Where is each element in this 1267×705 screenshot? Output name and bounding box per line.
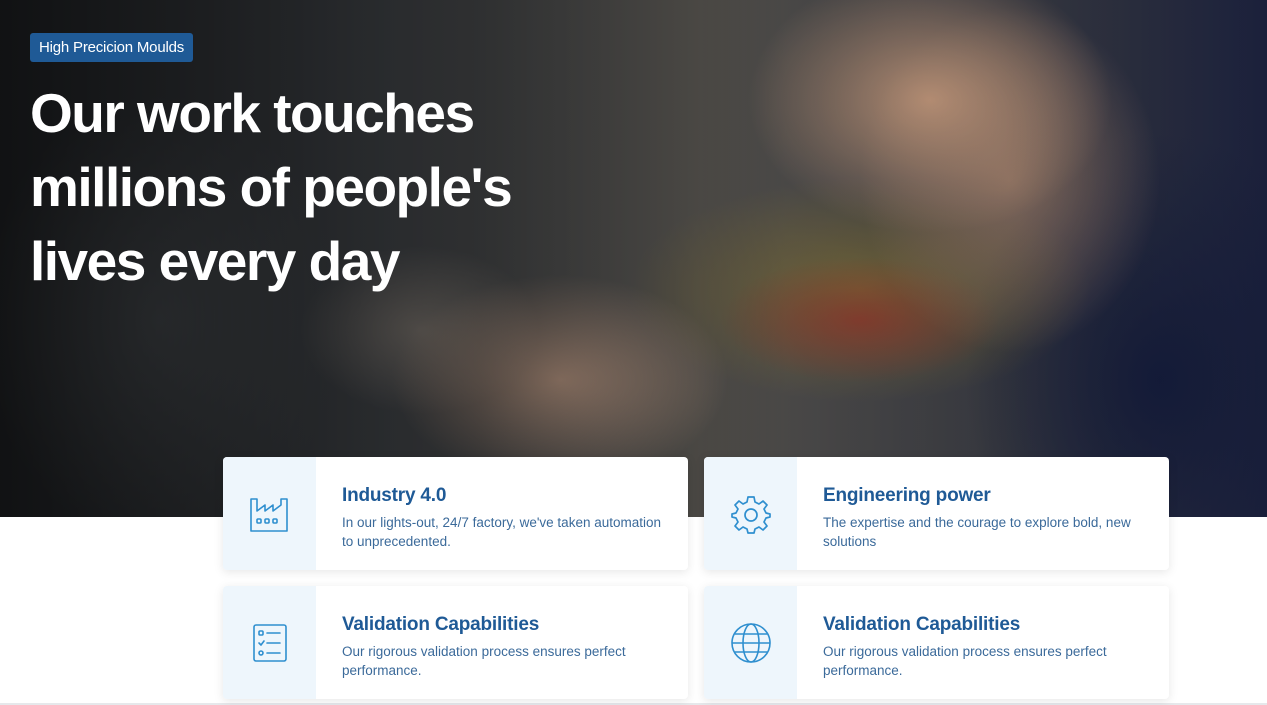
- card-title: Validation Capabilities: [342, 614, 540, 635]
- checklist-icon: [252, 623, 288, 663]
- feature-card-industry[interactable]: Industry 4.0 In our lights-out, 24/7 fac…: [223, 457, 688, 570]
- card-title: Industry 4.0: [342, 485, 447, 506]
- hero-photo: [0, 0, 1, 1]
- card-description: Our rigorous validation process ensures …: [342, 644, 626, 678]
- factory-icon: [249, 495, 291, 533]
- feature-card-engineering[interactable]: Engineering power The expertise and the …: [704, 457, 1169, 570]
- card-description: In our lights-out, 24/7 factory, we've t…: [342, 515, 662, 549]
- gear-icon: [730, 494, 771, 534]
- card-description: The expertise and the courage to explore…: [823, 515, 1131, 549]
- feature-card-validation[interactable]: Validation Capabilities Our rigorous val…: [223, 586, 688, 699]
- hero-headline: Our work touches millions of people's li…: [30, 82, 513, 292]
- card-title: Validation Capabilities: [823, 614, 1021, 635]
- card-title: Engineering power: [823, 485, 991, 506]
- card-description: Our rigorous validation process ensures …: [823, 644, 1107, 678]
- globe-icon: [730, 622, 772, 664]
- category-badge[interactable]: High Precicion Moulds: [30, 33, 194, 62]
- feature-card-validation-global[interactable]: Validation Capabilities Our rigorous val…: [704, 586, 1169, 699]
